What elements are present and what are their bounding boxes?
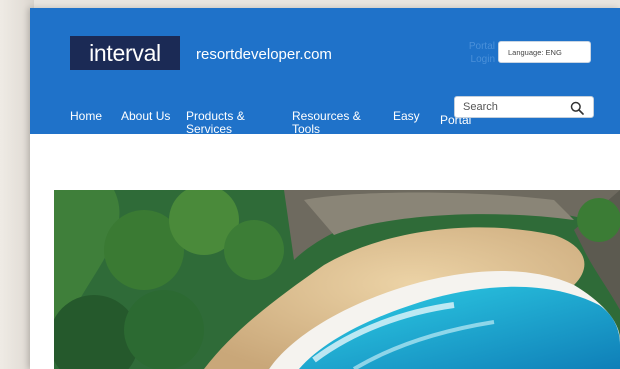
- portal-login-link[interactable]: Portal Login: [465, 40, 495, 66]
- nav-resources-line2: Tools: [292, 122, 321, 136]
- nav-easy[interactable]: Easy: [393, 110, 420, 123]
- magnifier-icon[interactable]: [570, 101, 584, 115]
- backdrop-left-margin: [0, 0, 34, 369]
- portal-login-line1: Portal: [468, 41, 495, 52]
- nav-resources-tools[interactable]: Resources & Tools: [292, 110, 361, 136]
- nav-products-line2: Services: [186, 122, 233, 136]
- site-header: interval resortdeveloper.com Portal Logi…: [30, 8, 620, 136]
- nav-home[interactable]: Home: [70, 110, 102, 123]
- site-name: resortdeveloper.com: [196, 46, 332, 63]
- nav-about-us[interactable]: About Us: [121, 110, 170, 123]
- web-page: interval resortdeveloper.com Portal Logi…: [30, 8, 620, 369]
- search-box: [454, 96, 594, 118]
- interval-logo[interactable]: interval: [70, 36, 180, 70]
- portal-login-line2: Login: [470, 54, 495, 65]
- nav-products-services[interactable]: Products & Services: [186, 110, 245, 136]
- aerial-beach-cove-photo: [54, 190, 620, 369]
- search-input[interactable]: [463, 97, 563, 117]
- hero-image: [54, 190, 620, 369]
- language-selector[interactable]: Language: ENG: [498, 41, 591, 63]
